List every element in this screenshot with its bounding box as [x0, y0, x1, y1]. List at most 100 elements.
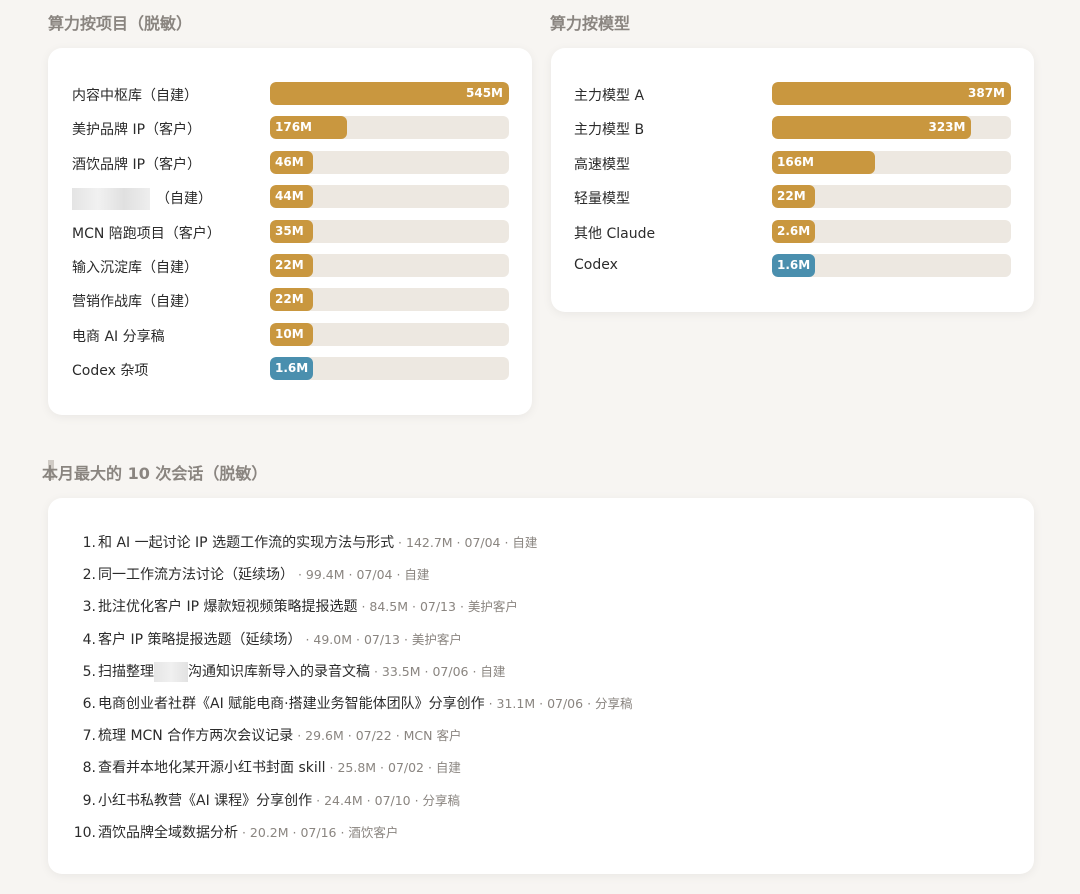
bar-category-text: 内容中枢库（自建） [72, 88, 198, 104]
bar-row: 高速模型 166M [551, 150, 1034, 175]
bar-row: 主力模型 A 387M [551, 82, 1034, 106]
project-chart-card: 内容中枢库（自建） 545M 美护品牌 IP（客户） 176M 酒饮品牌 IP（客户） 4… [48, 48, 532, 415]
bar-value-label: 35M [275, 223, 304, 238]
bar-category-label: 主力模型 A [574, 85, 644, 105]
redacted-text [154, 661, 188, 682]
bar-category-text: 电商 AI 分享稿 [72, 328, 165, 345]
bar-track: 46M [270, 150, 509, 174]
bar-value-label: 387M [968, 86, 1005, 100]
bar-category-label: 营销作战库（自建） [72, 291, 198, 311]
bar-category-label: Codex [574, 257, 618, 273]
bar-category-text: Codex 杂项 [72, 363, 149, 380]
session-list-item: 6. 电商创业者社群《AI 赋能电商·搭建业务智能体团队》分享创作 · 31.1M… [68, 693, 633, 713]
session-title: 梳理 MCN 合作方两次会议记录 [98, 728, 294, 745]
bar-category-label: 酒饮品牌 IP（客户） [72, 154, 201, 174]
bar-category-label: 其他 Claude [574, 223, 655, 243]
session-meta: · 49.0M · 07/13 · 美护客户 [301, 631, 462, 647]
bar-row: 酒饮品牌 IP（客户） 46M [48, 150, 532, 175]
bar-row: 美护品牌 IP（客户） 176M [48, 116, 532, 140]
session-title: 和 AI 一起讨论 IP 选题工作流的实现方法与形式 [98, 535, 395, 551]
bar-value-label: 545M [466, 86, 503, 100]
bar-category-label: Codex 杂项 [72, 360, 148, 380]
session-rank: 4. [82, 631, 96, 648]
bar-category-label: 轻量模型 [574, 188, 630, 208]
session-rank: 7. [82, 728, 96, 745]
bar-value-label: 176M [275, 120, 312, 135]
session-meta: · 142.7M · 07/04 · 自建 [394, 535, 538, 550]
session-title: 电商创业者社群《AI 赋能电商·搭建业务智能体团队》分享创作 [98, 696, 485, 712]
bar-value-label: 2.6M [777, 223, 811, 238]
session-meta: · 24.4M · 07/10 · 分享稿 [312, 792, 461, 808]
bar-category-text: Codex [574, 257, 618, 273]
session-rank: 5. [82, 663, 96, 680]
session-meta: · 25.8M · 07/02 · 自建 [325, 760, 461, 776]
bar-category-text: 主力模型 B [574, 122, 645, 139]
redacted-text [72, 188, 150, 211]
bar-value-label: 10M [275, 326, 304, 341]
bar-value-label: 46M [275, 154, 304, 169]
session-list-item: 2. 同一工作流方法讨论（延续场） · 99.4M · 07/04 · 自建 [68, 564, 430, 584]
session-list-item: 4. 客户 IP 策略提报选题（延续场） · 49.0M · 07/13 · 美护… [68, 629, 462, 649]
bar-row: Codex 杂项 1.6M [48, 357, 532, 381]
bar-row: 输入沉淀库（自建） 22M [48, 254, 532, 278]
bar-category-label: 高速模型 [574, 154, 630, 174]
bar-row: 内容中枢库（自建） 545M [48, 82, 532, 106]
project-chart-title: 算力按项目（脱敏） [48, 14, 193, 33]
session-title: 沟通知识库新导入的录音文稿 [188, 663, 370, 680]
bar-row: Codex 1.6M [551, 254, 1034, 278]
bar-category-text: 高速模型 [574, 156, 630, 173]
session-meta: · 99.4M · 07/04 · 自建 [294, 567, 430, 583]
bar-value-label: 323M [928, 120, 966, 135]
bar-value-label: 22M [275, 258, 304, 272]
bar-track: 323M [772, 116, 1011, 140]
sessions-title-text: 本月最大的 10 次会话（脱敏） [42, 464, 268, 483]
bar-value-label: 166M [777, 154, 814, 169]
bar-track: 44M [270, 185, 509, 209]
session-meta: · 84.5M · 07/13 · 美护客户 [357, 599, 518, 615]
bar-category-text: 酒饮品牌 IP（客户） [72, 156, 202, 173]
bar-category-text: 其他 Claude [574, 225, 656, 242]
bar-row: MCN 陪跑项目（客户） 35M [48, 219, 532, 244]
session-title: 扫描整理 [98, 663, 154, 680]
session-rank: 9. [82, 792, 96, 809]
bar-track: 387M [772, 82, 1011, 105]
bar-value-label: 44M [275, 189, 304, 204]
bar-category-label: 输入沉淀库（自建） [72, 257, 198, 277]
session-list-item: 1. 和 AI 一起讨论 IP 选题工作流的实现方法与形式 · 142.7M · … [68, 532, 538, 552]
session-rank: 1. [82, 535, 96, 551]
session-meta: · 31.1M · 07/06 · 分享稿 [484, 696, 633, 711]
bar-value-label: 1.6M [275, 361, 309, 376]
bar-track: 10M [270, 322, 509, 346]
bar-category-text: 主力模型 A [574, 88, 645, 104]
bar-track: 1.6M [270, 357, 509, 381]
bar-track: 22M [270, 288, 509, 312]
bar-category-label: 电商 AI 分享稿 [72, 326, 165, 346]
session-title: 酒饮品牌全域数据分析 [98, 824, 238, 841]
bar-track: 166M [772, 150, 1011, 174]
bar-category-text: 输入沉淀库（自建） [72, 260, 198, 276]
bar-value-label: 22M [275, 292, 304, 307]
bar-category-text: 营销作战库（自建） [72, 294, 198, 311]
bar-row: 电商 AI 分享稿 10M [48, 322, 532, 347]
model-chart-card: 主力模型 A 387M 主力模型 B 323M 高速模型 166M 轻量模型 22M 其他 Cl… [551, 48, 1034, 312]
bar-track: 22M [772, 185, 1011, 209]
session-list-item: 9. 小红书私教营《AI 课程》分享创作 · 24.4M · 07/10 · 分享… [68, 790, 460, 810]
session-list-item: 7. 梳理 MCN 合作方两次会议记录 · 29.6M · 07/22 · MCN… [68, 725, 462, 745]
bar-category-label: MCN 陪跑项目（客户） [72, 223, 221, 243]
bar-track: 176M [270, 116, 509, 140]
session-list-item: 10. 酒饮品牌全域数据分析 · 20.2M · 07/16 · 酒饮客户 [68, 822, 399, 842]
session-list-item: 3. 批注优化客户 IP 爆款短视频策略提报选题 · 84.5M · 07/13 … [68, 596, 518, 616]
session-rank: 2. [82, 567, 96, 584]
session-rank: 8. [82, 760, 96, 777]
bar-category-text: MCN 陪跑项目（客户） [72, 225, 221, 242]
session-title: 批注优化客户 IP 爆款短视频策略提报选题 [98, 599, 358, 616]
bar-category-label: 内容中枢库（自建） [72, 85, 198, 105]
sessions-title: 本月最大的 10 次会话（脱敏） [42, 460, 267, 484]
session-title: 小红书私教营《AI 课程》分享创作 [98, 792, 313, 809]
session-meta: · 29.6M · 07/22 · MCN 客户 [293, 728, 462, 744]
session-rank: 10. [73, 824, 96, 841]
bar-category-text: 轻量模型 [574, 191, 630, 208]
bar-row: （自建） 44M [48, 185, 532, 211]
session-meta: · 33.5M · 07/06 · 自建 [370, 663, 506, 679]
model-chart-title: 算力按模型 [550, 14, 631, 33]
